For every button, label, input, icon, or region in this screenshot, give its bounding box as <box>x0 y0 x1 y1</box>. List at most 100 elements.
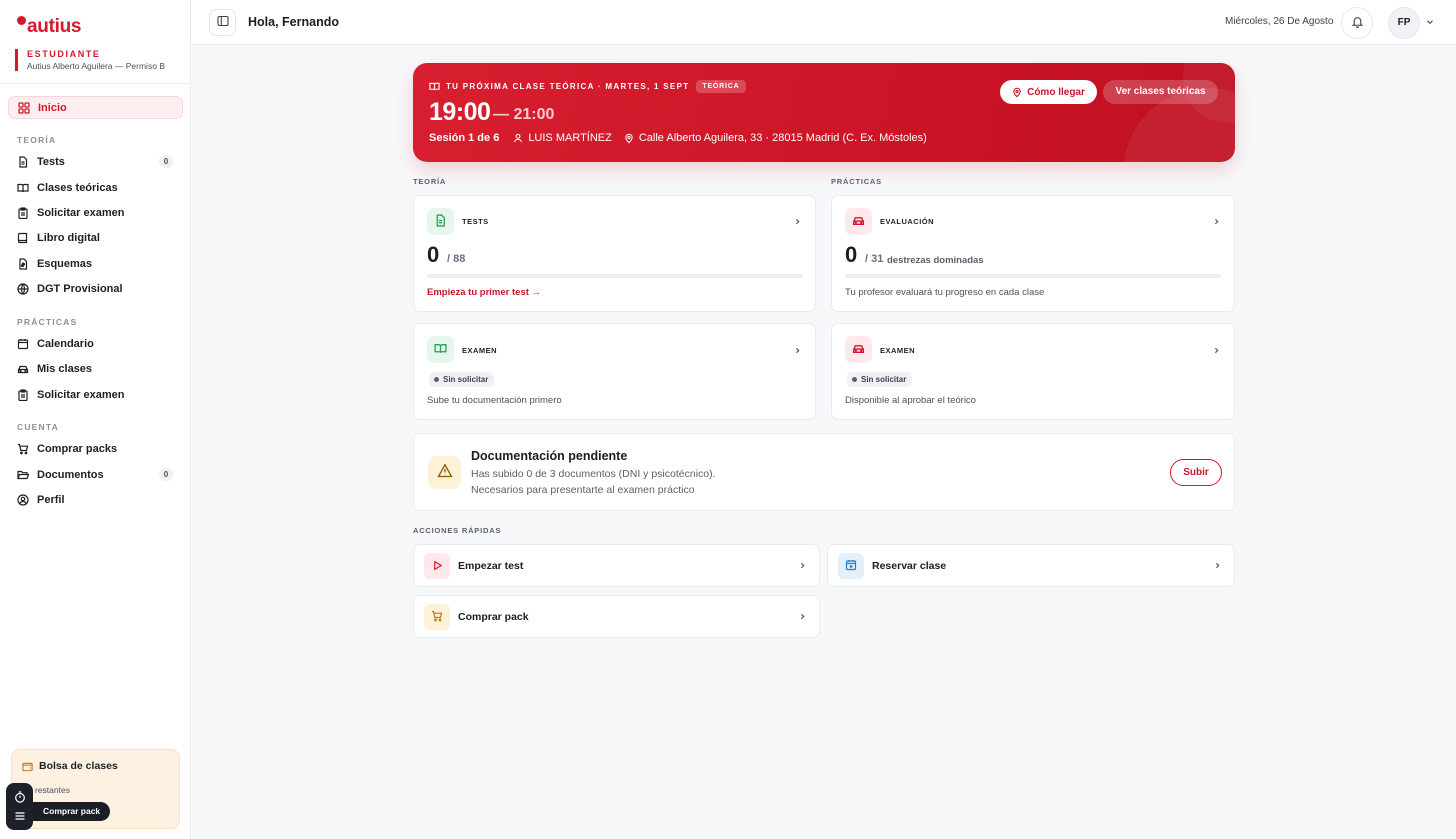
como-llegar-button[interactable]: Cómo llegar <box>1000 80 1097 104</box>
comprar-pack-icon-box <box>424 604 450 630</box>
sidebar-item-inicio[interactable]: Inicio <box>8 96 183 119</box>
sidebar-item-label: Comprar packs <box>37 442 118 455</box>
sidebar-item-mis-clases[interactable]: Mis clases <box>8 357 183 380</box>
sidebar-item-label: Tests <box>37 155 65 168</box>
evaluacion-suffix: destrezas dominadas <box>887 255 984 266</box>
sidebar-item-perfil[interactable]: Perfil <box>8 488 183 511</box>
sidebar-item-dgt-provisional[interactable]: DGT Provisional <box>8 277 183 300</box>
teoria-section-label: TEORÍA <box>413 177 447 186</box>
section-practicas: PRÁCTICAS <box>17 317 78 327</box>
user-avatar[interactable]: FP <box>1388 7 1420 39</box>
sidebar: autius ESTUDIANTE Autius Alberto Aguiler… <box>0 0 191 839</box>
chevron-down-icon[interactable] <box>1425 17 1435 27</box>
menu-icon[interactable] <box>14 810 26 822</box>
ver-clases-teoricas-button[interactable]: Ver clases teóricas <box>1103 80 1218 104</box>
sidebar-toggle-button[interactable] <box>209 9 236 36</box>
book-open-icon <box>434 342 447 358</box>
examen-practico-note: Disponible al aprobar el teórico <box>845 395 976 406</box>
cart-icon <box>431 610 443 625</box>
examen-practico-label: EXAMEN <box>880 346 916 355</box>
brand-name: autius <box>27 16 82 37</box>
sidebar-item-solicitar-examen-teorico[interactable]: Solicitar examen <box>8 201 183 224</box>
chevron-right-icon <box>798 612 807 621</box>
chevron-right-icon <box>1212 217 1221 226</box>
school-subtitle: Autius Alberto Aguilera — Permiso B <box>27 61 165 71</box>
chevron-right-icon <box>793 346 802 355</box>
role-box: ESTUDIANTE Autius Alberto Aguilera — Per… <box>15 49 185 71</box>
sidebar-item-label: Solicitar examen <box>37 206 125 219</box>
wallet-icon <box>22 761 33 772</box>
file-text-icon <box>434 213 447 230</box>
brand-logo[interactable]: autius <box>17 16 81 37</box>
globe-icon <box>17 282 29 295</box>
kicker-text: TU PRÓXIMA CLASE TEÓRICA · MARTES, 1 SEP… <box>446 82 690 91</box>
cart-icon <box>17 443 29 455</box>
notifications-button[interactable] <box>1341 7 1373 39</box>
reservar-clase-icon-box <box>838 553 864 579</box>
file-dollar-icon <box>17 257 29 270</box>
reservar-clase-action[interactable]: Reservar clase <box>827 544 1235 587</box>
doc-line-1: Has subido 0 de 3 documentos (DNI y psic… <box>471 468 716 480</box>
calendar-plus-icon <box>845 559 857 574</box>
clipboard-icon <box>17 206 29 219</box>
panel-left-icon <box>216 15 229 30</box>
chevron-right-icon <box>1213 561 1222 570</box>
subir-button[interactable]: Subir <box>1170 459 1222 486</box>
sidebar-item-label: Perfil <box>37 493 65 506</box>
sidebar-item-label: Inicio <box>38 101 67 114</box>
tests-total: / 88 <box>447 253 466 265</box>
evaluacion-card[interactable]: EVALUACIÓN 0 / 31 destrezas dominadas Tu… <box>831 195 1235 312</box>
bolsa-title-text: Bolsa de clases <box>39 760 118 772</box>
folder-open-icon <box>17 469 29 481</box>
sidebar-item-libro-digital[interactable]: Libro digital <box>8 226 183 249</box>
sidebar-item-calendario[interactable]: Calendario <box>8 332 183 355</box>
sidebar-item-label: Solicitar examen <box>37 388 125 401</box>
empezar-test-action[interactable]: Empezar test <box>413 544 820 587</box>
sidebar-divider <box>0 83 191 84</box>
book-open-icon <box>17 182 29 194</box>
examen-practico-status: Sin solicitar <box>847 372 913 387</box>
timer-icon[interactable] <box>14 791 26 803</box>
session-counter: Sesión 1 de 6 <box>429 132 500 144</box>
sidebar-item-esquemas[interactable]: Esquemas <box>8 252 183 275</box>
greeting: Hola, Fernando <box>248 15 339 29</box>
evaluacion-icon-box <box>845 208 872 235</box>
sidebar-item-comprar-packs[interactable]: Comprar packs <box>8 437 183 460</box>
next-class-banner: TU PRÓXIMA CLASE TEÓRICA · MARTES, 1 SEP… <box>413 63 1235 162</box>
play-icon <box>432 559 443 574</box>
examen-teorico-card[interactable]: EXAMEN Sin solicitar Sube tu documentaci… <box>413 323 816 420</box>
examen-practico-card[interactable]: EXAMEN Sin solicitar Disponible al aprob… <box>831 323 1235 420</box>
comprar-pack-sidebar-button[interactable]: Comprar pack <box>24 802 110 821</box>
car-icon <box>852 342 865 358</box>
tests-card[interactable]: TESTS 0 / 88 Empieza tu primer test → <box>413 195 816 312</box>
comprar-pack-action[interactable]: Comprar pack <box>413 595 820 638</box>
comprar-pack-label: Comprar pack <box>458 611 529 623</box>
car-icon <box>17 363 29 375</box>
grid-icon <box>18 101 30 114</box>
class-meta: Sesión 1 de 6 LUIS MARTÍNEZ Calle Albert… <box>429 132 927 144</box>
top-bar: Hola, Fernando Miércoles, 26 De Agosto F… <box>191 0 1456 45</box>
acciones-rapidas-label: ACCIONES RÁPIDAS <box>413 526 502 535</box>
examen-teorico-label: EXAMEN <box>462 346 498 355</box>
section-cuenta: CUENTA <box>17 422 59 432</box>
examen-teorico-status: Sin solicitar <box>429 372 495 387</box>
class-type-badge: TEÓRICA <box>696 80 746 93</box>
sidebar-item-tests[interactable]: Tests 0 <box>8 150 183 173</box>
sidebar-item-solicitar-examen-practico[interactable]: Solicitar examen <box>8 383 183 406</box>
sidebar-item-clases-teoricas[interactable]: Clases teóricas <box>8 176 183 199</box>
tests-icon-box <box>427 208 454 235</box>
map-pin-icon <box>624 133 634 144</box>
count-badge: 0 <box>159 468 173 481</box>
book-open-icon <box>429 81 440 92</box>
empieza-test-link[interactable]: Empieza tu primer test → <box>427 287 541 298</box>
reservar-clase-label: Reservar clase <box>872 560 947 572</box>
tests-card-label: TESTS <box>462 217 489 226</box>
sidebar-item-label: Mis clases <box>37 362 93 375</box>
floating-devtools[interactable] <box>6 783 33 830</box>
warning-triangle-icon <box>436 463 453 482</box>
sidebar-item-documentos[interactable]: Documentos 0 <box>8 463 183 486</box>
evaluacion-total: / 31 <box>865 253 884 265</box>
current-date: Miércoles, 26 De Agosto <box>1225 16 1334 27</box>
bell-icon <box>1351 15 1364 31</box>
instructor-name: LUIS MARTÍNEZ <box>528 132 612 144</box>
